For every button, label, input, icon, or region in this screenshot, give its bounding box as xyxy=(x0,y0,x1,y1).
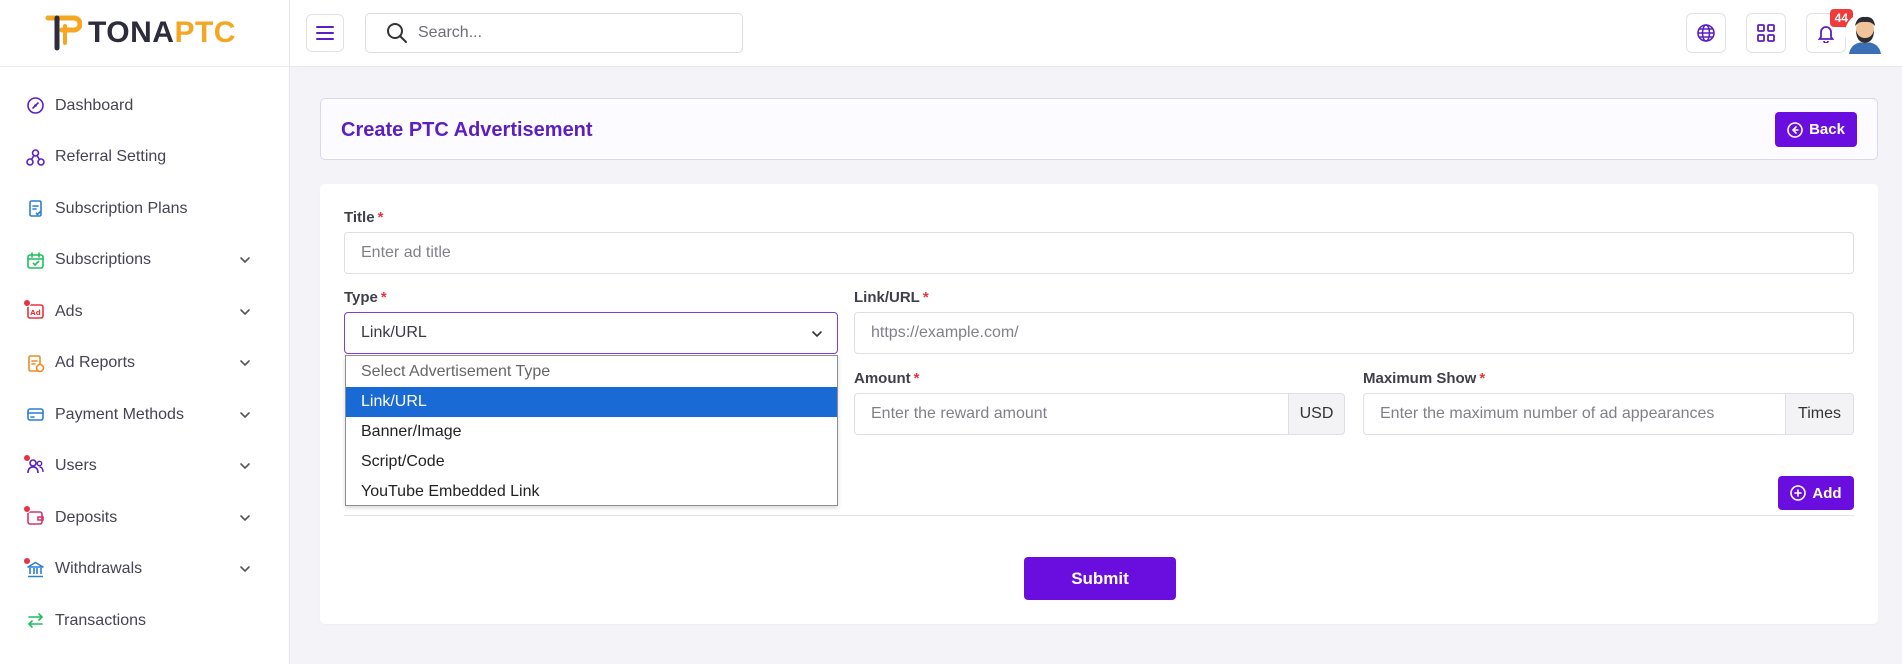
sidebar-item-ad-reports[interactable]: Ad Reports xyxy=(0,338,289,390)
dashboard-icon xyxy=(26,96,45,115)
dropdown-option[interactable]: Link/URL xyxy=(346,387,837,417)
title-label: Title * xyxy=(344,209,384,226)
search-icon xyxy=(387,23,407,43)
wallet-icon xyxy=(23,505,45,527)
back-button[interactable]: Back xyxy=(1775,112,1857,147)
referral-icon xyxy=(26,148,45,167)
plans-icon xyxy=(26,199,45,218)
type-select-value: Link/URL xyxy=(361,324,427,341)
add-button[interactable]: Add xyxy=(1778,476,1854,510)
top-header: 44 xyxy=(290,0,1902,67)
hamburger-icon xyxy=(316,26,334,40)
user-avatar[interactable] xyxy=(1845,12,1885,54)
sidebar-item-label: Withdrawals xyxy=(55,560,143,578)
max-show-addon: Times xyxy=(1785,393,1854,435)
sidebar-item-payment-methods[interactable]: Payment Methods xyxy=(0,389,289,441)
chevron-down-icon[interactable] xyxy=(239,563,251,575)
title-input[interactable] xyxy=(344,232,1854,274)
sidebar-item-label: Dashboard xyxy=(55,96,134,114)
back-button-label: Back xyxy=(1809,121,1845,138)
brand-word-2: PTC xyxy=(174,16,236,49)
sidebar-item-dashboard[interactable]: Dashboard xyxy=(0,80,289,132)
dropdown-option[interactable]: Select Advertisement Type xyxy=(346,357,837,387)
transfer-icon xyxy=(26,611,45,630)
link-input[interactable] xyxy=(854,312,1854,354)
max-show-label: Maximum Show * xyxy=(1363,370,1486,387)
plus-circle-icon xyxy=(1790,485,1807,501)
chevron-down-icon[interactable] xyxy=(239,512,251,524)
chevron-down-icon[interactable] xyxy=(239,254,251,266)
type-select[interactable]: Link/URL xyxy=(344,312,838,354)
alert-dot xyxy=(23,556,31,565)
sidebar-item-label: Subscriptions xyxy=(55,251,152,269)
chevron-down-icon[interactable] xyxy=(239,306,251,318)
card-icon xyxy=(26,405,45,424)
globe-icon xyxy=(1697,24,1715,42)
report-icon xyxy=(26,354,45,373)
sidebar-item-label: Payment Methods xyxy=(55,405,184,423)
menu-toggle-button[interactable] xyxy=(306,14,344,52)
users-icon xyxy=(23,453,45,476)
back-circle-icon xyxy=(1787,121,1803,138)
apps-button[interactable] xyxy=(1746,13,1786,53)
sidebar-item-referral-setting[interactable]: Referral Setting xyxy=(0,132,289,184)
alert-dot xyxy=(23,453,31,462)
sidebar-item-deposits[interactable]: Deposits xyxy=(0,492,289,544)
page-title: Create PTC Advertisement xyxy=(341,119,593,141)
sidebar-item-label: Users xyxy=(55,457,97,475)
sidebar-item-users[interactable]: Users xyxy=(0,441,289,493)
bank-icon xyxy=(23,556,45,579)
amount-currency-addon: USD xyxy=(1288,393,1345,435)
sidebar-item-label: Subscription Plans xyxy=(55,199,188,217)
calendar-icon xyxy=(26,251,45,270)
brand-word-1: TONA xyxy=(88,16,175,49)
grid-icon xyxy=(1757,24,1775,42)
sidebar-item-label: Ad Reports xyxy=(55,354,136,372)
language-button[interactable] xyxy=(1686,13,1726,53)
dropdown-option[interactable]: Banner/Image xyxy=(346,417,837,447)
sidebar-item-label: Referral Setting xyxy=(55,148,167,166)
type-label: Type * xyxy=(344,289,387,306)
chevron-down-icon[interactable] xyxy=(239,409,251,421)
chevron-down-icon[interactable] xyxy=(239,460,251,472)
dropdown-option[interactable]: YouTube Embedded Link xyxy=(346,477,837,507)
notifications-button[interactable]: 44 xyxy=(1806,9,1853,53)
brand-logo[interactable]: TONA PTC xyxy=(0,0,289,67)
max-show-input[interactable] xyxy=(1363,393,1786,435)
logo-icon xyxy=(45,15,82,51)
sidebar-item-transactions[interactable]: Transactions xyxy=(0,595,289,647)
dropdown-option[interactable]: Script/Code xyxy=(346,447,837,477)
svg-text:Ad: Ad xyxy=(30,309,40,317)
sidebar-item-subscription-plans[interactable]: Subscription Plans xyxy=(0,183,289,235)
search-input[interactable] xyxy=(418,24,718,42)
submit-button[interactable]: Submit xyxy=(1024,557,1176,600)
search-box[interactable] xyxy=(365,13,743,53)
sidebar: TONA PTC Dashboard Referral Setting Subscri… xyxy=(0,0,290,664)
page-header-card: Create PTC Advertisement Back xyxy=(320,98,1878,160)
add-button-label: Add xyxy=(1812,484,1842,502)
ad-icon: Ad xyxy=(23,299,45,321)
sidebar-item-label: Deposits xyxy=(55,508,118,526)
sidebar-item-subscriptions[interactable]: Subscriptions xyxy=(0,235,289,287)
type-dropdown-list: Select Advertisement Type Link/URL Banner/… xyxy=(345,355,838,506)
divider xyxy=(344,515,1854,516)
sidebar-item-label: Transactions xyxy=(55,611,146,629)
sidebar-item-ads[interactable]: Ad Ads xyxy=(0,286,289,338)
link-label: Link/URL * xyxy=(854,289,929,306)
chevron-down-icon xyxy=(812,331,822,338)
sidebar-nav: Dashboard Referral Setting Subscription Pl… xyxy=(0,67,289,647)
sidebar-item-label: Ads xyxy=(55,302,83,320)
chevron-down-icon[interactable] xyxy=(239,357,251,369)
sidebar-item-withdrawals[interactable]: Withdrawals xyxy=(0,544,289,596)
amount-label: Amount * xyxy=(854,370,920,387)
amount-input[interactable] xyxy=(854,393,1289,435)
